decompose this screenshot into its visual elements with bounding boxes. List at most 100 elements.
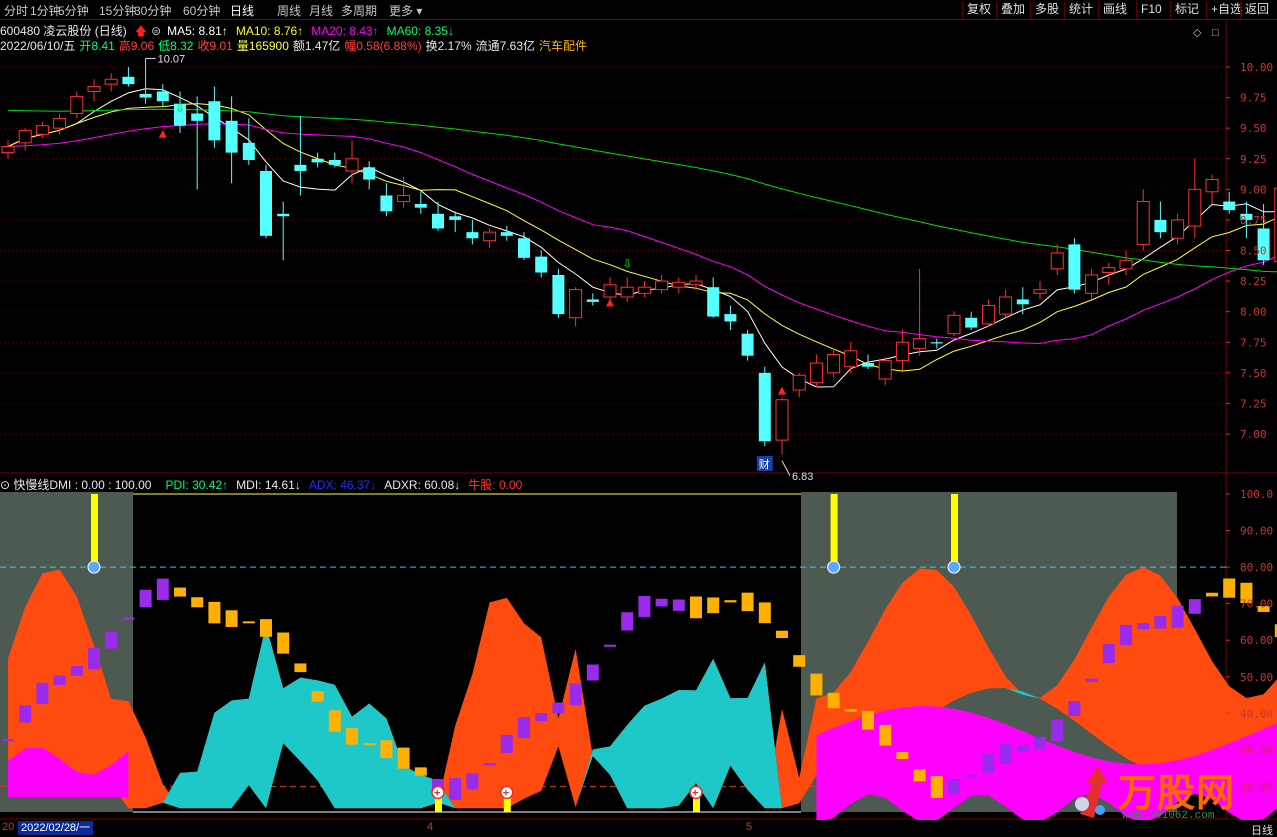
candle bbox=[328, 152, 341, 168]
adx-bar bbox=[604, 644, 616, 647]
price-tick-label: 8.00 bbox=[1240, 306, 1267, 319]
price-tick-label: 9.50 bbox=[1240, 122, 1267, 135]
candle bbox=[965, 311, 978, 331]
adx-bar bbox=[844, 709, 857, 712]
candle bbox=[414, 191, 427, 214]
ind-tick-label: 100.0 bbox=[1240, 488, 1273, 501]
ind-tick-label: 50.00 bbox=[1240, 671, 1273, 684]
candle bbox=[483, 228, 497, 249]
adx-bar bbox=[225, 610, 238, 627]
buy-arrow-icon bbox=[778, 386, 786, 395]
adx-bar bbox=[208, 601, 221, 624]
candle bbox=[18, 128, 32, 151]
candle bbox=[895, 330, 909, 371]
adx-bar bbox=[191, 597, 204, 608]
price-tick-label: 8.75 bbox=[1240, 214, 1267, 227]
adx-bar bbox=[449, 778, 462, 800]
adx-bar bbox=[586, 664, 599, 681]
candle bbox=[827, 348, 841, 378]
adx-bar bbox=[36, 682, 49, 705]
candle bbox=[156, 84, 169, 107]
ma10-line bbox=[7, 103, 1277, 372]
mdi-value: MDI: 14.61↓ bbox=[236, 478, 301, 492]
adx-bar bbox=[363, 743, 376, 746]
sell-signal-icon bbox=[827, 560, 841, 574]
adx-bar bbox=[122, 617, 135, 620]
price-tick-label: 8.50 bbox=[1240, 245, 1267, 258]
adx-bar bbox=[535, 713, 548, 722]
price-tick-label: 10.00 bbox=[1240, 61, 1273, 74]
adx-bar bbox=[827, 692, 840, 709]
candle bbox=[1050, 244, 1064, 275]
candle bbox=[535, 250, 548, 278]
candle bbox=[1119, 250, 1133, 275]
price-tick-label: 7.00 bbox=[1240, 428, 1267, 441]
candle bbox=[139, 58, 152, 104]
ind-tick-label: 40.00 bbox=[1240, 707, 1273, 720]
date-axis-left-label: 20 bbox=[2, 821, 15, 833]
candle bbox=[397, 177, 411, 208]
adx-bar bbox=[1154, 615, 1167, 629]
price-tick-label: 9.00 bbox=[1240, 183, 1267, 196]
ma5-line bbox=[7, 88, 1277, 388]
candle bbox=[518, 232, 530, 261]
adx-bar bbox=[105, 631, 118, 649]
adx-bar bbox=[930, 776, 943, 798]
adx-bar bbox=[483, 763, 496, 766]
adx-bar bbox=[294, 663, 307, 673]
candle bbox=[70, 91, 84, 119]
adx-bar bbox=[1137, 623, 1150, 630]
adx-bar bbox=[913, 769, 926, 782]
candle bbox=[311, 152, 324, 168]
candle bbox=[1068, 238, 1081, 294]
adx-bar bbox=[793, 655, 806, 667]
adx-bar bbox=[896, 752, 909, 760]
diamond-icon[interactable]: ◇ bbox=[1193, 27, 1202, 39]
candle bbox=[87, 79, 101, 102]
candle bbox=[930, 338, 943, 349]
window-toggle-icon[interactable]: □ bbox=[1212, 27, 1219, 39]
adx-bar bbox=[277, 632, 290, 654]
candle bbox=[277, 201, 290, 261]
candlesticks bbox=[1, 58, 1277, 455]
candle bbox=[775, 397, 789, 455]
candle bbox=[844, 342, 858, 373]
low-marker-label: 6.83 bbox=[792, 471, 813, 483]
ind-tick-label: 30.00 bbox=[1240, 744, 1273, 757]
price-tick-label: 7.75 bbox=[1240, 336, 1267, 349]
ind-tick-label: 80.00 bbox=[1240, 561, 1273, 574]
adx-bar bbox=[466, 773, 479, 790]
candle bbox=[878, 356, 892, 386]
price-tick-label: 7.50 bbox=[1240, 367, 1267, 380]
adx-bar bbox=[1188, 599, 1201, 614]
adx-bar bbox=[638, 596, 651, 617]
adx-bar bbox=[879, 724, 892, 746]
adx-bar bbox=[2, 739, 14, 742]
adxr-value: ADXR: 60.08↓ bbox=[384, 478, 461, 492]
adx-bar bbox=[672, 599, 685, 611]
chart-canvas[interactable]: + + + 10.07 6.83 财 ⇩ ⇩ ◇ □ 10.00 9.75 9.50 9.25 9.00… bbox=[0, 0, 1277, 837]
plus-icon: + bbox=[434, 787, 440, 799]
adx-bar bbox=[552, 702, 565, 714]
adx-bar bbox=[1068, 701, 1081, 716]
candle bbox=[1223, 191, 1236, 214]
axis-ticks: 10.00 9.75 9.50 9.25 9.00 8.75 8.50 8.25 8.00 7.7… bbox=[1226, 61, 1273, 793]
adx-bar bbox=[70, 666, 83, 676]
candle bbox=[225, 96, 238, 184]
adx-bar bbox=[1051, 719, 1064, 742]
adx-bar bbox=[156, 578, 169, 600]
event-badge-icon[interactable]: 财 bbox=[756, 456, 773, 471]
price-tick-label: 8.25 bbox=[1240, 275, 1267, 288]
adx-bar bbox=[1120, 624, 1132, 646]
date-cursor-label: 2022/02/28/一 bbox=[18, 821, 94, 835]
adx-bar bbox=[500, 734, 513, 753]
candle bbox=[1, 140, 15, 159]
adx-bar bbox=[88, 647, 100, 670]
watermark-brand: 万股网 bbox=[1118, 773, 1236, 815]
ma20-line bbox=[7, 123, 1277, 345]
date-month-label-may: 5 bbox=[746, 821, 753, 833]
price-tick-label: 7.25 bbox=[1240, 397, 1267, 410]
candle bbox=[981, 299, 995, 327]
candle bbox=[707, 277, 720, 318]
pdi-value: PDI: 30.42↑ bbox=[165, 478, 229, 492]
